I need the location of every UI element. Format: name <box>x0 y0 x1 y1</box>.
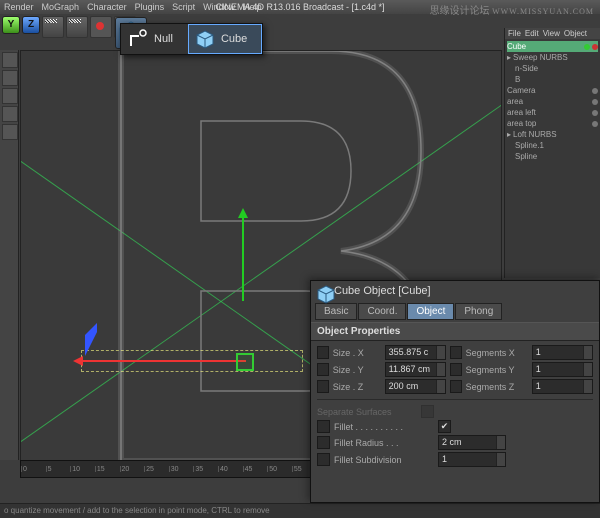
menu-mograph[interactable]: MoGraph <box>42 2 80 12</box>
fillet-check[interactable]: ✔ <box>438 420 451 433</box>
object-tree: Cube ▸Sweep NURBS n-Side B Camera area a… <box>505 39 600 164</box>
segx-enable[interactable] <box>450 346 462 359</box>
status-bar: o quantize movement / add to the selecti… <box>0 503 600 518</box>
object-manager-menu: File Edit View Object <box>505 28 600 39</box>
tab-object[interactable]: Object <box>407 303 454 320</box>
null-label: Null <box>154 33 173 45</box>
axis-y-badge[interactable]: Y <box>2 16 20 34</box>
null-option[interactable]: Null <box>121 24 188 54</box>
tree-row-spline1[interactable]: Spline.1 <box>507 140 598 151</box>
axis-x-arrow[interactable] <box>76 360 246 362</box>
fillets-input[interactable]: 1 <box>438 452 506 467</box>
tree-row-area-left[interactable]: area left <box>507 107 598 118</box>
tree-row-b[interactable]: B <box>507 74 598 85</box>
tree-row-camera[interactable]: Camera <box>507 85 598 96</box>
fillet-label: Fillet . . . . . . . . . . <box>334 422 434 432</box>
left-tool-5[interactable] <box>2 124 18 140</box>
tab-phong[interactable]: Phong <box>455 303 502 320</box>
menu-script[interactable]: Script <box>172 2 195 12</box>
segx-label: Segments X <box>466 348 528 358</box>
cube-icon-small <box>316 284 330 298</box>
menu-window[interactable]: Window <box>203 2 235 12</box>
axis-center-handle[interactable] <box>236 353 254 371</box>
sizex-label: Size . X <box>333 348 381 358</box>
sepsurf-check <box>421 405 434 418</box>
sizey-enable[interactable] <box>317 363 329 376</box>
cube-icon <box>195 29 215 49</box>
tree-row-sweep[interactable]: ▸Sweep NURBS <box>507 52 598 63</box>
attr-tabs: Basic Coord. Object Phong <box>311 301 599 322</box>
segz-enable[interactable] <box>450 380 462 393</box>
tree-row-area[interactable]: area <box>507 96 598 107</box>
render-icon[interactable] <box>42 16 64 38</box>
object-manager: File Edit View Object Cube ▸Sweep NURBS … <box>504 28 600 278</box>
sizez-label: Size . Z <box>333 382 381 392</box>
om-file[interactable]: File <box>508 29 521 38</box>
attr-title: Cube Object [Cube] <box>334 285 431 297</box>
filletr-enable[interactable] <box>317 436 330 449</box>
segy-enable[interactable] <box>450 363 462 376</box>
tree-row-cube[interactable]: Cube <box>507 41 598 52</box>
tree-row-loft[interactable]: ▸Loft NURBS <box>507 129 598 140</box>
segz-input[interactable]: 1 <box>532 379 593 394</box>
cube-option[interactable]: Cube <box>188 24 262 54</box>
tab-basic[interactable]: Basic <box>315 303 357 320</box>
null-icon <box>128 29 148 49</box>
tree-row-area-top[interactable]: area top <box>507 118 598 129</box>
sepsurf-label: Separate Surfaces <box>317 407 417 417</box>
sizez-enable[interactable] <box>317 380 329 393</box>
left-toolbar <box>0 50 19 460</box>
filletr-input[interactable]: 2 cm <box>438 435 506 450</box>
render-settings-icon[interactable] <box>90 16 112 38</box>
axis-badges: Y Z <box>2 16 40 34</box>
section-object-properties: Object Properties <box>311 322 599 341</box>
filletr-label: Fillet Radius . . . <box>334 438 434 448</box>
axis-y-arrow[interactable] <box>242 211 244 301</box>
sizey-input[interactable]: 11.867 cm <box>385 362 446 377</box>
segx-input[interactable]: 1 <box>532 345 593 360</box>
fillets-enable[interactable] <box>317 453 330 466</box>
left-tool-1[interactable] <box>2 52 18 68</box>
tab-coord[interactable]: Coord. <box>358 303 406 320</box>
segy-input[interactable]: 1 <box>532 362 593 377</box>
watermark: 思缘设计论坛 WWW.MISSYUAN.COM <box>430 2 594 17</box>
menu-plugins[interactable]: Plugins <box>135 2 165 12</box>
attribute-manager: Cube Object [Cube] Basic Coord. Object P… <box>310 280 600 503</box>
render-region-icon[interactable] <box>66 16 88 38</box>
left-tool-3[interactable] <box>2 88 18 104</box>
tree-row-nside[interactable]: n-Side <box>507 63 598 74</box>
attr-header: Cube Object [Cube] <box>311 281 599 301</box>
fillets-label: Fillet Subdivision <box>334 455 434 465</box>
left-tool-4[interactable] <box>2 106 18 122</box>
segz-label: Segments Z <box>466 382 528 392</box>
sizex-input[interactable]: 355.875 c <box>385 345 446 360</box>
left-tool-2[interactable] <box>2 70 18 86</box>
menu-character[interactable]: Character <box>87 2 127 12</box>
menu-render[interactable]: Render <box>4 2 34 12</box>
om-object[interactable]: Object <box>564 29 587 38</box>
tree-row-spline[interactable]: Spline <box>507 151 598 162</box>
cube-label: Cube <box>221 33 247 45</box>
fillet-enable[interactable] <box>317 420 330 433</box>
sizey-label: Size . Y <box>333 365 381 375</box>
menu-help[interactable]: Help <box>243 2 262 12</box>
primitive-popup: Null Cube <box>120 23 263 55</box>
sizex-enable[interactable] <box>317 346 329 359</box>
properties-grid: Size . X 355.875 c Segments X 1 Size . Y… <box>311 341 599 471</box>
om-view[interactable]: View <box>543 29 560 38</box>
om-edit[interactable]: Edit <box>525 29 539 38</box>
segy-label: Segments Y <box>466 365 528 375</box>
axis-z-badge[interactable]: Z <box>22 16 40 34</box>
sizez-input[interactable]: 200 cm <box>385 379 446 394</box>
